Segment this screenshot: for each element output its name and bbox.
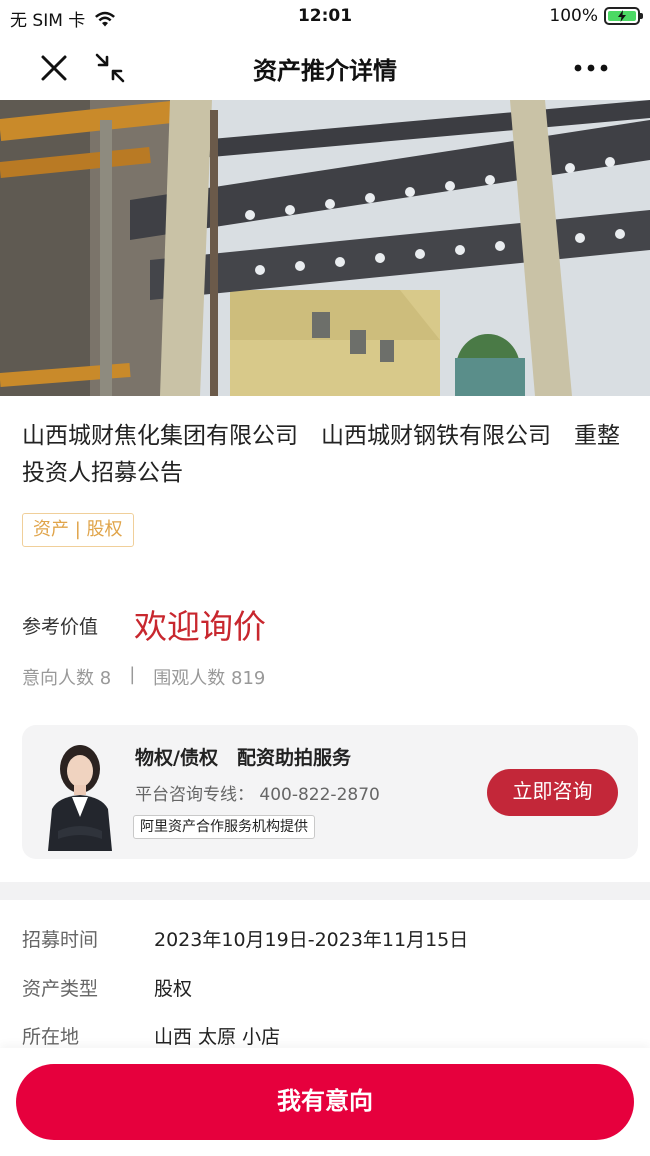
status-bar: 无 SIM 卡 12:01 100% (0, 0, 650, 34)
consultant-avatar (48, 745, 112, 851)
more-icon[interactable] (572, 52, 610, 84)
service-phone: 平台咨询专线： 400-822-2870 (135, 785, 380, 805)
steel-structure-photo (0, 100, 650, 396)
battery-icon (604, 7, 643, 25)
info-key: 招募时间 (22, 929, 99, 951)
service-card[interactable]: 物权/债权 配资助拍服务 平台咨询专线： 400-822-2870 阿里资产合作… (22, 725, 638, 859)
asset-type-tag: 资产 | 股权 (22, 513, 134, 547)
stats-row: 意向人数 8 | 围观人数 819 (22, 664, 265, 690)
interested-count: 意向人数 8 (22, 668, 112, 689)
page-title: 资产推介详情 (253, 57, 397, 85)
price-label: 参考价值 (22, 616, 99, 638)
express-interest-button[interactable]: 我有意向 (16, 1064, 634, 1140)
info-key: 所在地 (22, 1026, 80, 1048)
provider-badge: 阿里资产合作服务机构提供 (133, 815, 315, 839)
info-row-recruit-time: 招募时间 2023年10月19日-2023年11月15日 (22, 925, 468, 952)
info-row-location: 所在地 山西 太原 小店 (22, 1022, 280, 1049)
listing-title: 山西城财焦化集团有限公司 山西城财钢铁有限公司 重整投资人招募公告 (22, 423, 620, 486)
info-key: 资产类型 (22, 978, 99, 1000)
hero-image[interactable] (0, 100, 650, 396)
price-value: 欢迎询价 (134, 607, 266, 646)
info-value: 山西 太原 小店 (154, 1026, 281, 1048)
consult-now-button[interactable]: 立即咨询 (487, 769, 618, 816)
watchers-count: 围观人数 819 (153, 668, 266, 689)
section-divider (0, 882, 650, 900)
stats-separator: | (129, 664, 136, 685)
battery-percent: 100% (549, 6, 598, 26)
info-value: 2023年10月19日-2023年11月15日 (154, 929, 469, 951)
service-title: 物权/债权 配资助拍服务 (135, 747, 351, 769)
nav-bar: 资产推介详情 (0, 34, 650, 100)
info-value: 股权 (154, 978, 193, 1000)
info-row-asset-type: 资产类型 股权 (22, 974, 192, 1001)
